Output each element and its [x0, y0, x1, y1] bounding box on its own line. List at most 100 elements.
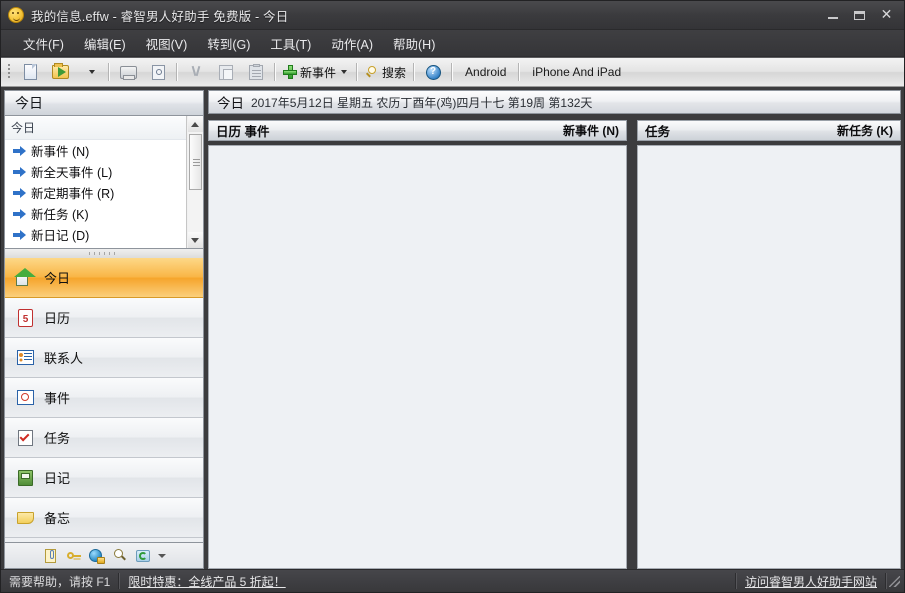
note-icon	[15, 507, 37, 529]
paste-button[interactable]	[242, 60, 270, 84]
export-icon	[119, 65, 137, 80]
new-event-link[interactable]: 新事件 (N)	[560, 122, 622, 139]
task-link-new-event[interactable]: 新事件 (N)	[5, 140, 186, 161]
task-list-panel: 今日 新事件 (N) 新全天事件 (L) 新定期事件 (R) 新任务 (K) 新…	[4, 116, 204, 249]
diary-icon	[15, 467, 37, 489]
status-website-cell[interactable]: 访问睿智男人好助手网站	[737, 570, 885, 592]
sidebar-item-label: 日历	[44, 311, 71, 326]
calendar-icon	[15, 307, 37, 329]
task-link-label: 新全天事件 (L)	[31, 166, 113, 180]
task-link-new-recurring-event[interactable]: 新定期事件 (R)	[5, 182, 186, 203]
android-button[interactable]: Android	[457, 60, 514, 84]
sidebar-item-label: 日记	[44, 471, 71, 486]
open-file-button[interactable]	[46, 60, 74, 84]
find-icon[interactable]	[112, 548, 128, 564]
menu-item-actions[interactable]: 动作(A)	[321, 31, 383, 56]
toolbar: 新事件 搜索 ? Android iPhone And iPad	[1, 57, 904, 87]
toolbar-grip[interactable]	[6, 63, 13, 81]
status-promo-cell[interactable]: 限时特惠：全线产品 5 折起！	[120, 570, 293, 592]
contacts-icon	[15, 347, 37, 369]
menu-item-help[interactable]: 帮助(H)	[383, 31, 445, 56]
minimize-button[interactable]	[819, 5, 846, 25]
sidebar-item-calendar[interactable]: 日历	[5, 298, 203, 338]
scrollbar-track[interactable]	[187, 132, 203, 232]
chevron-down-icon[interactable]	[157, 553, 166, 558]
tasks-title: 任务	[645, 125, 671, 139]
navigation-list: 今日 日历 联系人 事件 任务	[4, 258, 204, 543]
today-panels: 日历 事件 新事件 (N) 任务 新任务 (K)	[208, 120, 901, 569]
print-preview-button[interactable]	[144, 60, 172, 84]
task-list-scrollbar[interactable]	[186, 116, 203, 248]
menu-item-file[interactable]: 文件(F)	[13, 31, 74, 56]
task-list: 今日 新事件 (N) 新全天事件 (L) 新定期事件 (R) 新任务 (K) 新…	[5, 116, 186, 248]
web-lock-icon[interactable]	[88, 548, 105, 564]
scrollbar-thumb[interactable]	[188, 134, 202, 190]
task-link-new-task[interactable]: 新任务 (K)	[5, 203, 186, 224]
chevron-down-icon[interactable]	[341, 70, 348, 74]
sync-icon[interactable]	[135, 548, 151, 564]
clipboard-icon[interactable]	[43, 548, 59, 564]
scroll-up-button[interactable]	[187, 116, 203, 132]
help-icon: ?	[425, 64, 441, 80]
sidebar: 今日 今日 新事件 (N) 新全天事件 (L) 新定期事件 (R) 新任务 (K…	[4, 90, 204, 569]
task-link-new-diary[interactable]: 新日记 (D)	[5, 224, 186, 245]
tasks-panel: 任务 新任务 (K)	[637, 120, 901, 569]
new-task-link[interactable]: 新任务 (K)	[834, 122, 896, 139]
day-header-date: 2017年5月12日 星期五 农历丁酉年(鸡)四月十七 第19周 第132天	[251, 95, 593, 110]
arrow-right-icon	[13, 229, 27, 241]
menu-item-goto[interactable]: 转到(G)	[197, 31, 260, 56]
task-link-new-allday-event[interactable]: 新全天事件 (L)	[5, 161, 186, 182]
new-event-button[interactable]: 新事件	[280, 60, 352, 84]
help-button[interactable]: ?	[419, 60, 447, 84]
arrow-right-icon	[13, 166, 27, 178]
resize-grip[interactable]	[887, 574, 901, 588]
calendar-events-panel: 日历 事件 新事件 (N)	[208, 120, 627, 569]
sidebar-item-tasks[interactable]: 任务	[5, 418, 203, 458]
open-file-dropdown[interactable]	[76, 60, 104, 84]
cut-button[interactable]	[182, 60, 210, 84]
search-icon	[365, 65, 379, 79]
content-area: 今日 2017年5月12日 星期五 农历丁酉年(鸡)四月十七 第19周 第132…	[208, 90, 901, 569]
calendar-events-title: 日历 事件	[216, 125, 270, 139]
sidebar-item-notes[interactable]: 备忘	[5, 498, 203, 538]
sidebar-item-label: 今日	[44, 271, 71, 286]
main-body: 今日 今日 新事件 (N) 新全天事件 (L) 新定期事件 (R) 新任务 (K…	[1, 87, 904, 569]
toolbar-separator	[413, 63, 416, 81]
title-bar: 我的信息.effw - 睿智男人好助手 免费版 - 今日 ✕	[1, 1, 904, 30]
copy-icon	[219, 64, 233, 80]
sidebar-pane-title: 今日	[4, 90, 204, 116]
menu-item-edit[interactable]: 编辑(E)	[74, 31, 136, 56]
sidebar-item-label: 任务	[44, 431, 71, 446]
sidebar-item-label: 事件	[44, 391, 71, 406]
arrow-right-icon	[13, 187, 27, 199]
task-icon	[15, 427, 37, 449]
close-button[interactable]: ✕	[873, 5, 900, 25]
sidebar-splitter[interactable]	[4, 249, 204, 258]
password-key-icon[interactable]	[66, 548, 82, 564]
sidebar-item-contacts[interactable]: 联系人	[5, 338, 203, 378]
copy-button[interactable]	[212, 60, 240, 84]
menu-item-view[interactable]: 视图(V)	[136, 31, 198, 56]
maximize-button[interactable]	[846, 5, 873, 25]
search-button[interactable]: 搜索	[362, 60, 409, 84]
menu-item-tools[interactable]: 工具(T)	[260, 31, 321, 56]
new-document-button[interactable]	[16, 60, 44, 84]
arrow-right-icon	[13, 145, 27, 157]
promo-link[interactable]: 限时特惠：全线产品 5 折起！	[128, 573, 285, 590]
task-link-label: 新任务 (K)	[31, 208, 89, 222]
application-window: 我的信息.effw - 睿智男人好助手 免费版 - 今日 ✕ 文件(F) 编辑(…	[0, 0, 905, 593]
scroll-down-button[interactable]	[187, 232, 203, 248]
home-icon	[14, 267, 37, 289]
export-button[interactable]	[114, 60, 142, 84]
toolbar-separator	[108, 63, 110, 81]
sidebar-item-today[interactable]: 今日	[5, 258, 203, 298]
sidebar-item-diary[interactable]: 日记	[5, 458, 203, 498]
calendar-events-list[interactable]	[208, 145, 627, 569]
day-header-today-label: 今日	[217, 96, 244, 111]
website-link[interactable]: 访问睿智男人好助手网站	[745, 573, 877, 590]
smiley-icon	[8, 7, 24, 23]
iphone-ipad-button[interactable]: iPhone And iPad	[524, 60, 629, 84]
sidebar-item-events[interactable]: 事件	[5, 378, 203, 418]
print-preview-icon	[151, 64, 165, 80]
tasks-list[interactable]	[637, 145, 901, 569]
